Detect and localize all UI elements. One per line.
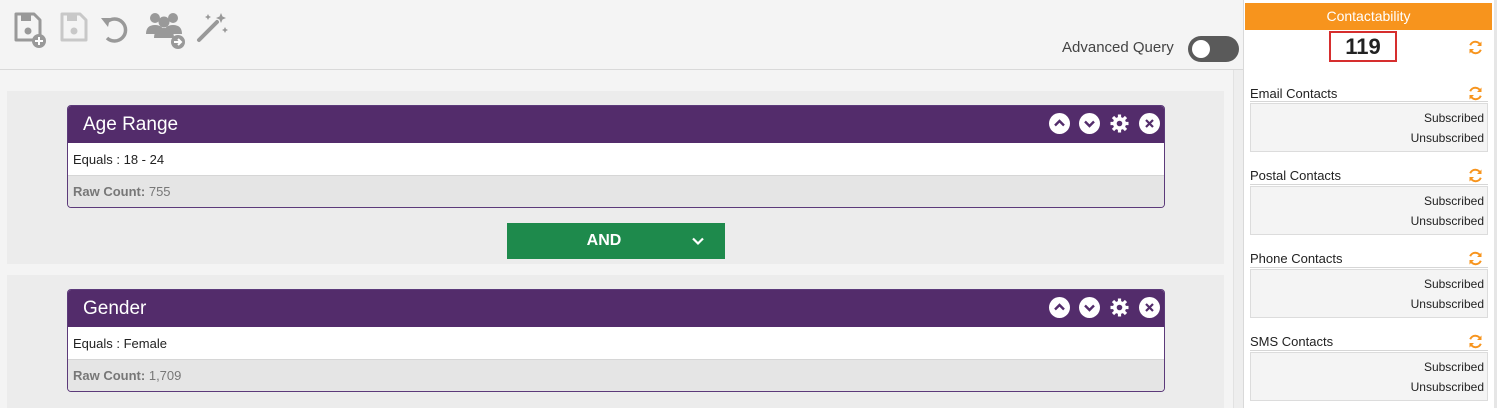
raw-count-value: 1,709	[148, 368, 182, 383]
sms-contacts-label: SMS Contacts	[1250, 334, 1334, 349]
query-builder: Advanced Query Age Range Equals: 18 - 2…	[0, 0, 1243, 408]
email-contacts-label: Email Contacts	[1250, 86, 1338, 101]
segment-header: Age Range	[68, 106, 1164, 143]
segment-title: Age Range	[83, 114, 179, 135]
unsubscribed-label: Unsubscribed	[1410, 297, 1484, 311]
raw-count-label: Raw Count:	[73, 184, 146, 199]
chevron-down-icon	[692, 237, 704, 246]
segment-title: Gender	[83, 298, 147, 319]
operator-label: AND	[586, 232, 622, 249]
unsubscribed-label: Unsubscribed	[1410, 380, 1484, 394]
advanced-query-label: Advanced Query	[1062, 39, 1174, 56]
divider	[1250, 267, 1488, 268]
refresh-icon[interactable]	[1467, 39, 1484, 56]
move-up-icon[interactable]	[1049, 297, 1070, 318]
divider	[1250, 101, 1488, 102]
postal-contacts-box: Subscribed Unsubscribed	[1250, 186, 1488, 235]
segment-card-age-range: Age Range Equals : 18 - 24 Raw Count: 75…	[67, 105, 1165, 208]
save-icon[interactable]	[56, 10, 92, 50]
segment-header: Gender	[68, 290, 1164, 327]
divider	[1250, 350, 1488, 351]
undo-icon[interactable]	[98, 10, 134, 50]
refresh-icon[interactable]	[1467, 167, 1484, 184]
toolbar: Advanced Query	[0, 0, 1243, 70]
segment-raw-count: Raw Count: 1,709	[68, 360, 1164, 391]
close-icon[interactable]	[1139, 297, 1160, 318]
subscribed-label: Subscribed	[1423, 277, 1484, 291]
panel-title: Contactability	[1245, 3, 1492, 30]
raw-count-value: 755	[148, 184, 171, 199]
contactability-panel: Contactability 119 Email Contacts Subscr…	[1243, 0, 1497, 408]
move-up-icon[interactable]	[1049, 113, 1070, 134]
operator-dropdown[interactable]: AND	[507, 223, 725, 259]
sms-contacts-box: Subscribed Unsubscribed	[1250, 352, 1488, 401]
magic-wand-icon[interactable]	[195, 10, 231, 50]
divider	[1250, 184, 1488, 185]
gear-icon[interactable]	[1109, 113, 1130, 134]
close-icon[interactable]	[1139, 113, 1160, 134]
segment-condition: Equals : 18 - 24	[68, 143, 1164, 176]
postal-contacts-label: Postal Contacts	[1250, 168, 1342, 183]
scrollbar[interactable]	[1233, 70, 1243, 408]
subscribed-label: Subscribed	[1423, 111, 1484, 125]
segment-condition: Equals : Female	[68, 327, 1164, 360]
refresh-icon[interactable]	[1467, 333, 1484, 350]
segment-card-gender: Gender Equals : Female Raw Count: 1,709	[67, 289, 1165, 392]
phone-contacts-label: Phone Contacts	[1250, 251, 1343, 266]
contactability-count: 119	[1329, 31, 1397, 62]
segment-raw-count: Raw Count: 755	[68, 176, 1164, 207]
move-down-icon[interactable]	[1079, 297, 1100, 318]
raw-count-label: Raw Count:	[73, 368, 146, 383]
toggle-knob	[1192, 40, 1210, 58]
email-contacts-box: Subscribed Unsubscribed	[1250, 103, 1488, 152]
unsubscribed-label: Unsubscribed	[1410, 131, 1484, 145]
save-as-icon[interactable]	[12, 10, 48, 50]
subscribed-label: Subscribed	[1423, 360, 1484, 374]
segment-section: Gender Equals : Female Raw Count: 1,709	[7, 275, 1224, 408]
subscribed-label: Subscribed	[1423, 194, 1484, 208]
advanced-query-toggle[interactable]	[1188, 36, 1239, 62]
move-down-icon[interactable]	[1079, 113, 1100, 134]
unsubscribed-label: Unsubscribed	[1410, 214, 1484, 228]
phone-contacts-box: Subscribed Unsubscribed	[1250, 269, 1488, 318]
segment-section: Age Range Equals : 18 - 24 Raw Count: 75…	[7, 91, 1224, 264]
gear-icon[interactable]	[1109, 297, 1130, 318]
refresh-icon[interactable]	[1467, 250, 1484, 267]
share-users-icon[interactable]	[143, 10, 189, 50]
refresh-icon[interactable]	[1467, 85, 1484, 102]
